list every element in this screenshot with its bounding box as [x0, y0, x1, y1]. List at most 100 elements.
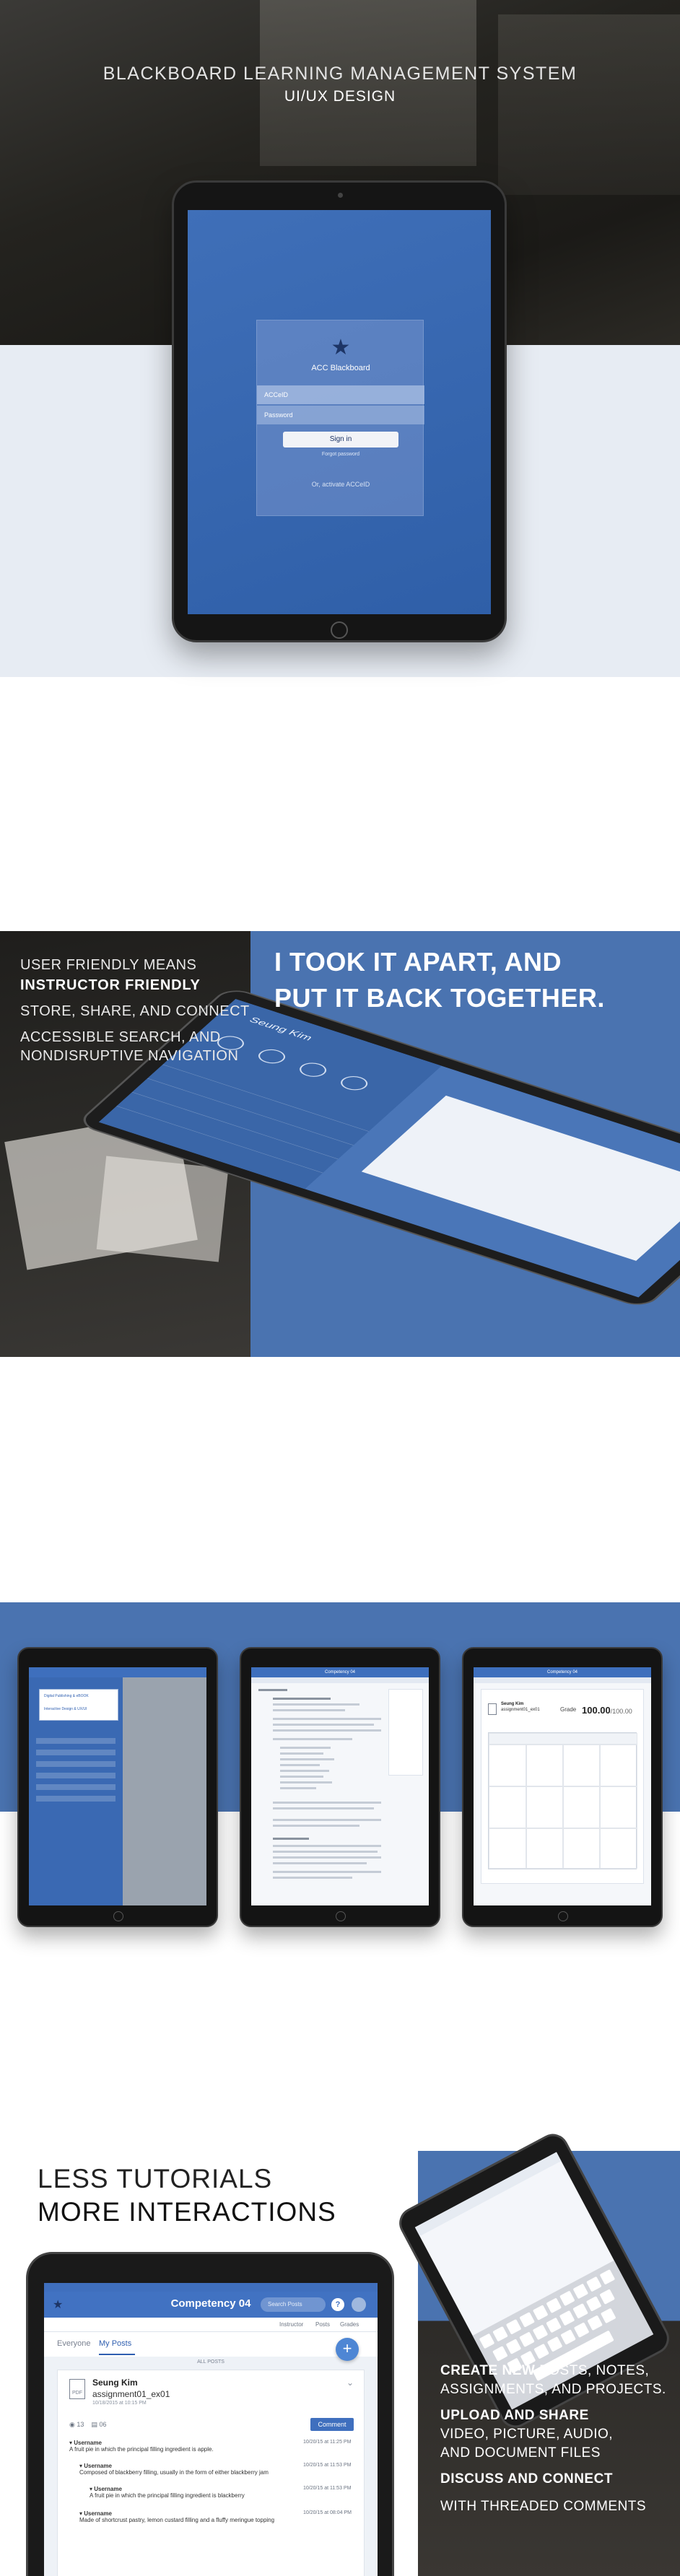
comment-text: A fruit pie in which the principal filli…	[69, 2446, 214, 2453]
menu-item[interactable]	[36, 1796, 115, 1802]
table-cell	[563, 1828, 600, 1869]
feature-line: WITH THREADED COMMENTS	[440, 2499, 646, 2515]
key[interactable]	[586, 2276, 602, 2292]
post-assignment[interactable]: assignment01_ex01	[92, 2389, 170, 2399]
key[interactable]	[599, 2289, 616, 2305]
key[interactable]	[559, 2290, 575, 2307]
pdf-icon: PDF	[69, 2379, 85, 2399]
sub-nav	[474, 1677, 651, 1683]
key[interactable]	[600, 2308, 616, 2324]
grade-user: Seung Kim	[501, 1702, 524, 1706]
thread-comment: ▾ Username Composed of blackberry fillin…	[79, 2463, 269, 2476]
text-line	[273, 1729, 381, 1732]
key[interactable]	[546, 2317, 562, 2333]
forgot-password-link[interactable]: Forgot password	[257, 452, 424, 457]
course-item[interactable]: Digital Publishing & eBOOK	[44, 1694, 89, 1698]
tab-grades[interactable]: Grades	[340, 2321, 359, 2328]
menu-item[interactable]	[36, 1738, 115, 1744]
key[interactable]	[546, 2297, 562, 2314]
feature-emphasis: CREATE NEW	[440, 2363, 536, 2378]
comment-button[interactable]: Comment	[310, 2418, 354, 2431]
comment-icon: ▤	[91, 2421, 97, 2428]
thread-comment: ▾ Username A fruit pie in which the prin…	[69, 2440, 214, 2453]
help-icon[interactable]: ?	[331, 2298, 344, 2311]
feature-line: ACCESSIBLE SEARCH, AND	[20, 1029, 221, 1045]
table-cell	[489, 1745, 526, 1786]
key[interactable]	[572, 2302, 588, 2319]
menu-item[interactable]	[36, 1750, 115, 1755]
key[interactable]	[505, 2318, 522, 2335]
menu-item[interactable]	[36, 1773, 115, 1778]
username-field[interactable]: ACCeID	[257, 385, 424, 404]
tablet-screen: Digital Publishing & eBOOK Interactive D…	[29, 1667, 206, 1905]
text-line	[280, 1787, 316, 1789]
tablet-posts-mockup: ★ Competency 04 Search Posts ? Instructo…	[26, 2252, 394, 2576]
feature-line: AND DOCUMENT FILES	[440, 2445, 601, 2461]
key[interactable]	[559, 2310, 575, 2326]
comment-user: ▾ Username	[79, 2510, 112, 2517]
rubric-table	[488, 1732, 637, 1869]
text-line	[273, 1825, 359, 1827]
key[interactable]	[560, 2329, 576, 2345]
activate-link[interactable]: Or, activate ACCeID	[257, 481, 424, 488]
key[interactable]	[519, 2312, 535, 2328]
comment-user-name: Username	[84, 2510, 112, 2517]
key[interactable]	[546, 2336, 563, 2352]
key[interactable]	[532, 2305, 549, 2320]
tab-my-posts[interactable]: My Posts	[99, 2339, 131, 2348]
tab-posts[interactable]: Posts	[315, 2321, 330, 2328]
key[interactable]	[587, 2315, 603, 2331]
text-line	[280, 1770, 329, 1772]
nav-bar-title: Competency 04	[251, 1667, 429, 1677]
text-line	[273, 1856, 381, 1859]
text-line	[273, 1802, 381, 1804]
ipad-screen: ★ ACC Blackboard ACCeID Password Sign in…	[188, 210, 491, 614]
sign-in-button[interactable]: Sign in	[283, 432, 398, 447]
key[interactable]	[533, 2343, 549, 2359]
feature-line: UPLOAD AND SHARE	[440, 2408, 589, 2424]
table-cell	[600, 1745, 637, 1786]
comment-text: A fruit pie in which the principal filli…	[90, 2492, 245, 2499]
comment-text: Composed of blackberry filling, usually …	[79, 2469, 269, 2476]
key[interactable]	[492, 2326, 508, 2342]
feature-line: VIDEO, PICTURE, AUDIO,	[440, 2427, 613, 2442]
comment-time: 10/20/15 at 11:53 PM	[303, 2463, 352, 2468]
chevron-down-icon[interactable]: ⌄	[346, 2378, 354, 2388]
right-menu	[388, 1689, 423, 1776]
text-line	[273, 1698, 331, 1700]
avatar[interactable]	[352, 2297, 366, 2312]
active-tab-indicator	[99, 2354, 135, 2355]
key[interactable]	[532, 2324, 549, 2341]
feature-emphasis: UPLOAD AND SHARE	[440, 2408, 589, 2423]
pdf-icon	[488, 1703, 497, 1715]
table-cell	[526, 1786, 563, 1828]
key[interactable]	[519, 2331, 535, 2348]
course-item[interactable]: Interactive Design & UX/UI	[44, 1707, 87, 1711]
tab-everyone[interactable]: Everyone	[57, 2339, 90, 2348]
post-card: PDF Seung Kim assignment01_ex01 10/18/20…	[57, 2370, 365, 2576]
key[interactable]	[572, 2283, 589, 2300]
password-field[interactable]: Password	[257, 406, 424, 424]
table-cell	[489, 1786, 526, 1828]
headline: I TOOK IT APART, AND	[274, 947, 562, 977]
feature-line: CREATE NEW POSTS, NOTES,	[440, 2363, 649, 2379]
table-cell	[489, 1828, 526, 1869]
text-line	[273, 1871, 381, 1873]
search-input[interactable]: Search Posts	[261, 2297, 326, 2312]
key[interactable]	[585, 2296, 602, 2312]
tab-instructor[interactable]: Instructor	[279, 2321, 303, 2328]
tablet-grade-mockup: Competency 04 Seung Kim assignment01_ex0…	[462, 1647, 663, 1927]
key[interactable]	[599, 2269, 616, 2285]
tablet-screen: Competency 04	[251, 1667, 429, 1905]
key[interactable]	[492, 2346, 508, 2362]
menu-item[interactable]	[36, 1784, 115, 1790]
comment-time: 10/20/15 at 11:25 PM	[303, 2440, 352, 2445]
key[interactable]	[573, 2322, 590, 2338]
key[interactable]	[505, 2339, 522, 2354]
menu-item[interactable]	[36, 1761, 115, 1767]
grade-assignment: assignment01_ex01	[501, 1708, 540, 1712]
key[interactable]	[479, 2333, 495, 2349]
login-card: ★ ACC Blackboard ACCeID Password Sign in…	[256, 320, 424, 516]
comment-user: ▾ Username	[79, 2463, 112, 2469]
status-bar	[29, 1667, 206, 1677]
